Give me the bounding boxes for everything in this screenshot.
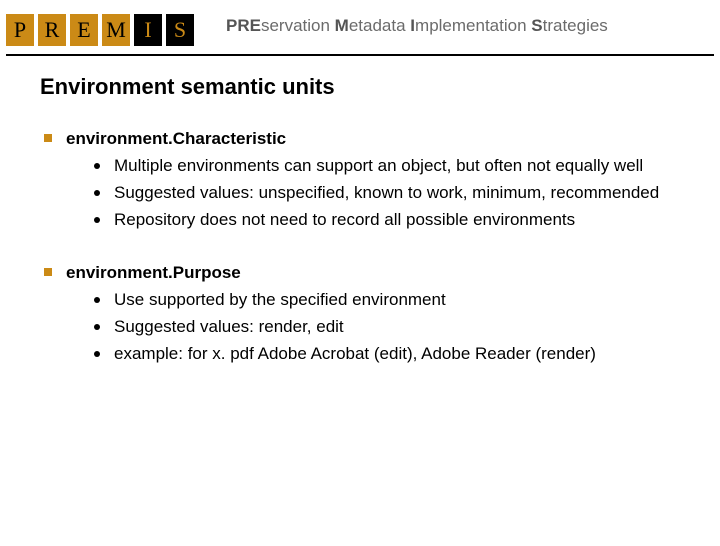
list-item: Repository does not need to record all p… <box>94 209 680 232</box>
logo-letter-p: P <box>6 14 34 46</box>
section-heading: environment.Purpose <box>40 262 680 285</box>
tagline-plain-1: servation <box>261 16 335 35</box>
list-item: Suggested values: unspecified, known to … <box>94 182 680 205</box>
logo-letter-s: S <box>166 14 194 46</box>
premis-banner: P R E M I S PREservation Metadata Implem… <box>6 6 714 56</box>
logo-letter-e: E <box>70 14 98 46</box>
section-sublist: Multiple environments can support an obj… <box>40 155 680 232</box>
list-item: Suggested values: render, edit <box>94 316 680 339</box>
slide-title: Environment semantic units <box>40 74 720 100</box>
section-environment-purpose: environment.Purpose Use supported by the… <box>40 262 680 366</box>
logo-letter-m: M <box>102 14 130 46</box>
premis-tagline: PREservation Metadata Implementation Str… <box>226 16 608 36</box>
tagline-plain-3: mplementation <box>415 16 531 35</box>
list-item: example: for x. pdf Adobe Acrobat (edit)… <box>94 343 680 366</box>
slide-content: environment.Characteristic Multiple envi… <box>40 128 680 366</box>
list-item: Multiple environments can support an obj… <box>94 155 680 178</box>
premis-logo: P R E M I S <box>6 12 194 48</box>
section-environment-characteristic: environment.Characteristic Multiple envi… <box>40 128 680 232</box>
tagline-em-1: PRE <box>226 16 261 35</box>
tagline-em-4: S <box>531 16 542 35</box>
tagline-plain-2: etadata <box>349 16 410 35</box>
list-item: Use supported by the specified environme… <box>94 289 680 312</box>
logo-letters: P R E M I S <box>6 14 194 46</box>
tagline-plain-4: trategies <box>543 16 608 35</box>
section-sublist: Use supported by the specified environme… <box>40 289 680 366</box>
logo-letter-r: R <box>38 14 66 46</box>
section-heading: environment.Characteristic <box>40 128 680 151</box>
tagline-em-2: M <box>335 16 349 35</box>
logo-letter-i: I <box>134 14 162 46</box>
